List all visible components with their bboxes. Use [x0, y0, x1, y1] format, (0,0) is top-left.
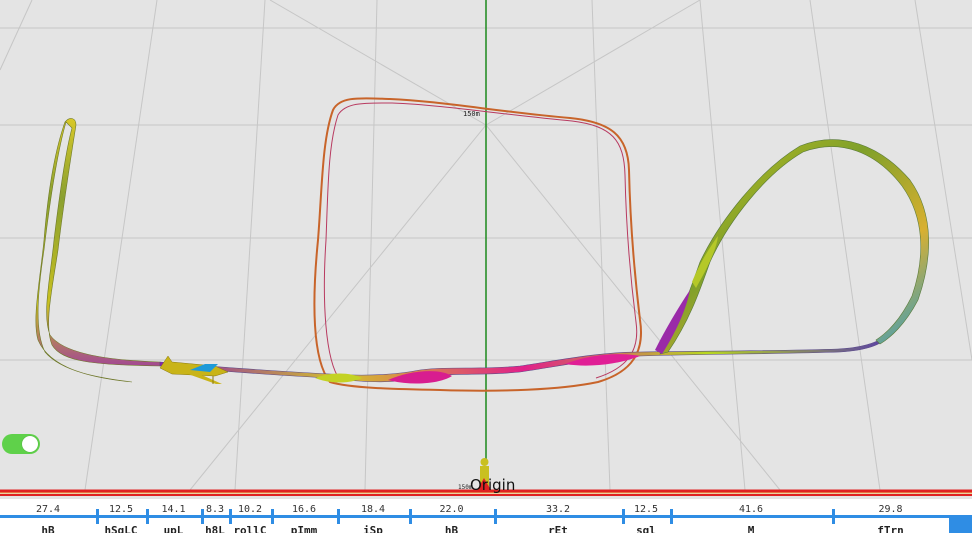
- altitude-label: 150m: [463, 110, 480, 118]
- timeline-segment[interactable]: 8.3 h8L: [201, 499, 229, 533]
- segment-duration: 27.4: [35, 504, 61, 515]
- timeline-segment[interactable]: 22.0 hB: [409, 499, 494, 533]
- left-vertical-ribbon: [35, 118, 161, 383]
- segment-name: hB: [444, 524, 459, 533]
- toggle-knob: [22, 436, 38, 452]
- display-toggle[interactable]: [2, 434, 40, 454]
- timeline-segment[interactable]: 12.5 sql: [622, 499, 670, 533]
- segment-name: sql: [636, 524, 656, 533]
- segment-duration: 29.8: [878, 504, 903, 515]
- segment-duration: 18.4: [360, 504, 386, 515]
- right-loop-ribbon: [659, 139, 929, 355]
- segment-duration: 41.6: [738, 504, 764, 515]
- right-loop-twist: [692, 236, 718, 288]
- timeline-segment[interactable]: 16.6 pImm: [271, 499, 337, 533]
- timeline-segment[interactable]: 29.8 fTrn: [832, 499, 949, 533]
- segment-duration: 22.0: [439, 504, 464, 515]
- segment-duration: 16.6: [291, 504, 317, 515]
- segment-name: rEt: [548, 524, 568, 533]
- segment-name: hSqLC: [104, 524, 138, 533]
- segment-name: M: [747, 524, 755, 533]
- segment-duration: 33.2: [545, 504, 571, 515]
- segment-name: fTrn: [877, 524, 904, 533]
- timeline-segment[interactable]: 41.6 M: [670, 499, 832, 533]
- flight-3d-view[interactable]: 150m 150m Origin 27.4 hB 12.5 hSqLC 14.1…: [0, 0, 972, 533]
- segment-duration: 8.3: [205, 504, 225, 515]
- timeline-segment[interactable]: 10.2 rollC: [229, 499, 271, 533]
- timeline-segment[interactable]: 14.1 upL: [146, 499, 201, 533]
- segment-duration: 12.5: [633, 504, 659, 515]
- segment-name: hB: [41, 524, 55, 533]
- bottom-ribbon: [159, 335, 889, 383]
- segment-name: upL: [163, 524, 184, 533]
- segment-name: pImm: [290, 524, 318, 533]
- segment-duration: 14.1: [161, 504, 186, 515]
- timeline-segment[interactable]: 18.4 iSp: [337, 499, 409, 533]
- timeline-segment[interactable]: 27.4 hB: [0, 499, 96, 533]
- timeline-segment[interactable]: 12.5 hSqLC: [96, 499, 146, 533]
- segment-name: h8L: [205, 524, 225, 533]
- segment-name: rollC: [233, 524, 267, 533]
- square-loop-track: [313, 97, 642, 392]
- manoeuvre-timeline[interactable]: 27.4 hB 12.5 hSqLC 14.1 upL 8.3 h8L 10.2…: [0, 499, 972, 533]
- bottom-ribbon-twist-1: [388, 371, 452, 384]
- segment-duration: 10.2: [237, 504, 263, 515]
- segment-duration: 12.5: [108, 504, 134, 515]
- timeline-end-handle[interactable]: [949, 515, 972, 533]
- segment-name: iSp: [363, 524, 383, 533]
- origin-label: Origin: [470, 476, 516, 494]
- flight-scene[interactable]: [0, 0, 972, 533]
- timeline-segment[interactable]: 33.2 rEt: [494, 499, 622, 533]
